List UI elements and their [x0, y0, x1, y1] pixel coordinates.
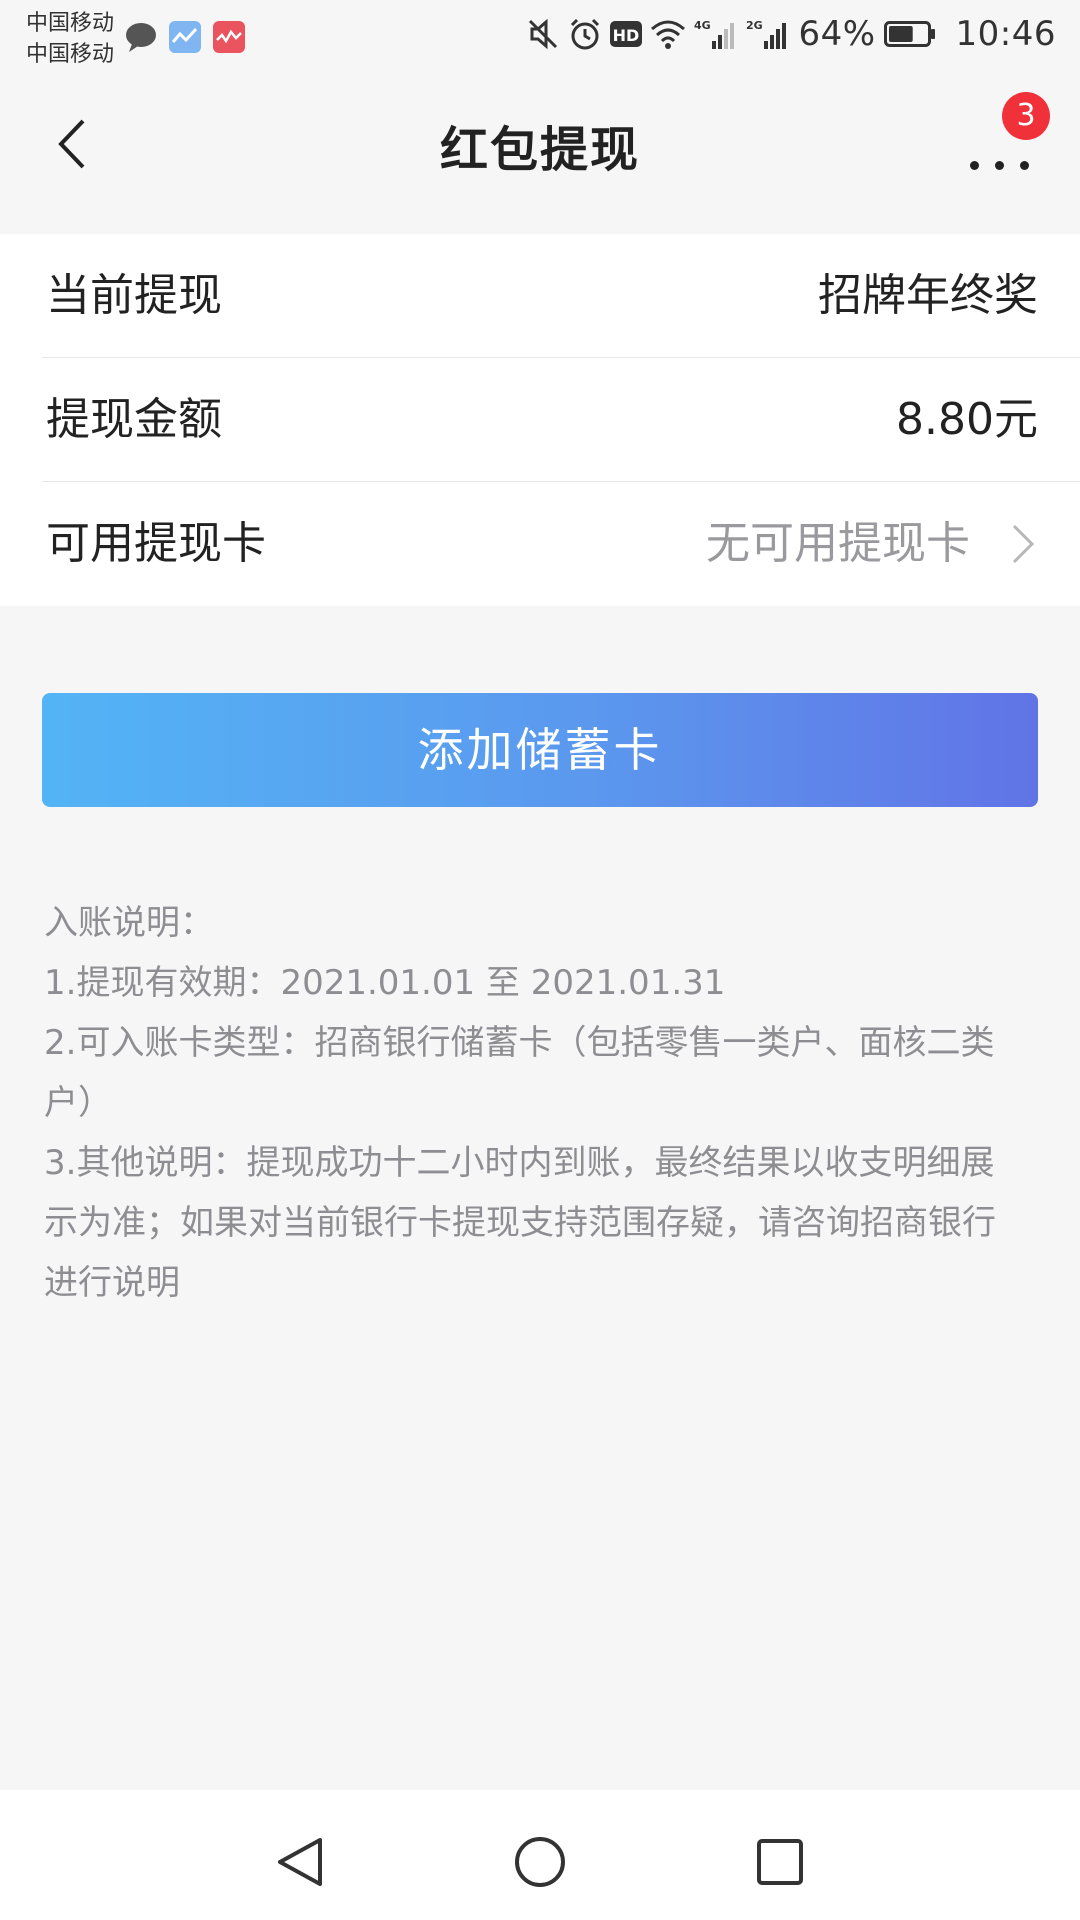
- network-2g-label: 2G: [746, 19, 763, 32]
- status-bar: 中国移动 中国移动 HD 4G 2G 64% 10:46: [0, 0, 1080, 76]
- red-app-icon: [212, 20, 246, 54]
- current-withdraw-row: 当前提现 招牌年终奖: [42, 234, 1080, 358]
- available-card-label: 可用提现卡: [46, 518, 266, 569]
- network-4g-label: 4G: [694, 19, 711, 32]
- signal-2g-icon: 2G: [746, 17, 790, 51]
- notes-line-1: 1.提现有效期：2021.01.01 至 2021.01.31: [44, 963, 726, 1003]
- alarm-icon: [568, 17, 602, 51]
- page-title: 红包提现: [439, 122, 640, 178]
- withdraw-amount-value: 8.80元: [896, 394, 1038, 445]
- hd-label: HD: [613, 26, 640, 45]
- deposit-notes: 入账说明： 1.提现有效期：2021.01.01 至 2021.01.31 2.…: [44, 893, 1024, 1313]
- carrier-label-2: 中国移动: [26, 42, 115, 67]
- battery-icon: [883, 19, 936, 49]
- more-menu-button[interactable]: 3: [962, 92, 1050, 186]
- more-dots-icon: [970, 161, 1029, 170]
- battery-percent: 64%: [798, 14, 876, 54]
- chevron-right-icon: [1012, 524, 1035, 564]
- system-navigation-bar: [0, 1790, 1080, 1920]
- nav-bar: 红包提现 3: [0, 76, 1080, 234]
- system-back-button[interactable]: [270, 1832, 330, 1892]
- withdraw-amount-row: 提现金额 8.80元: [42, 358, 1080, 482]
- notes-line-3: 3.其他说明：提现成功十二小时内到账，最终结果以收支明细展示为准；如果对当前银行…: [44, 1143, 996, 1303]
- withdraw-info-card: 当前提现 招牌年终奖 提现金额 8.80元 可用提现卡 无可用提现卡: [0, 234, 1080, 606]
- carrier-info: 中国移动 中国移动: [26, 8, 114, 70]
- hd-icon: HD: [610, 19, 643, 49]
- add-debit-card-button[interactable]: 添加储蓄卡: [42, 693, 1038, 807]
- notification-badge: 3: [1002, 92, 1050, 140]
- system-home-button[interactable]: [510, 1832, 570, 1892]
- stock-app-icon: [168, 20, 202, 54]
- signal-4g-icon: 4G: [694, 17, 738, 51]
- system-recent-apps-button[interactable]: [750, 1832, 810, 1892]
- current-withdraw-label: 当前提现: [46, 270, 222, 321]
- wifi-icon: [650, 17, 686, 51]
- clock: 10:46: [955, 14, 1056, 54]
- notes-title: 入账说明：: [44, 903, 214, 943]
- notes-line-2: 2.可入账卡类型：招商银行储蓄卡（包括零售一类户、面核二类户）: [44, 1023, 995, 1123]
- status-right: HD 4G 2G 64% 10:46: [526, 14, 1056, 54]
- available-card-row[interactable]: 可用提现卡 无可用提现卡: [42, 482, 1080, 605]
- chat-bubble-icon: [124, 20, 158, 54]
- current-withdraw-value: 招牌年终奖: [818, 270, 1038, 321]
- mute-icon: [526, 17, 560, 51]
- carrier-label-1: 中国移动: [26, 11, 115, 36]
- available-card-value: 无可用提现卡: [706, 518, 970, 569]
- withdraw-amount-label: 提现金额: [46, 394, 222, 445]
- notification-icons: [124, 20, 246, 54]
